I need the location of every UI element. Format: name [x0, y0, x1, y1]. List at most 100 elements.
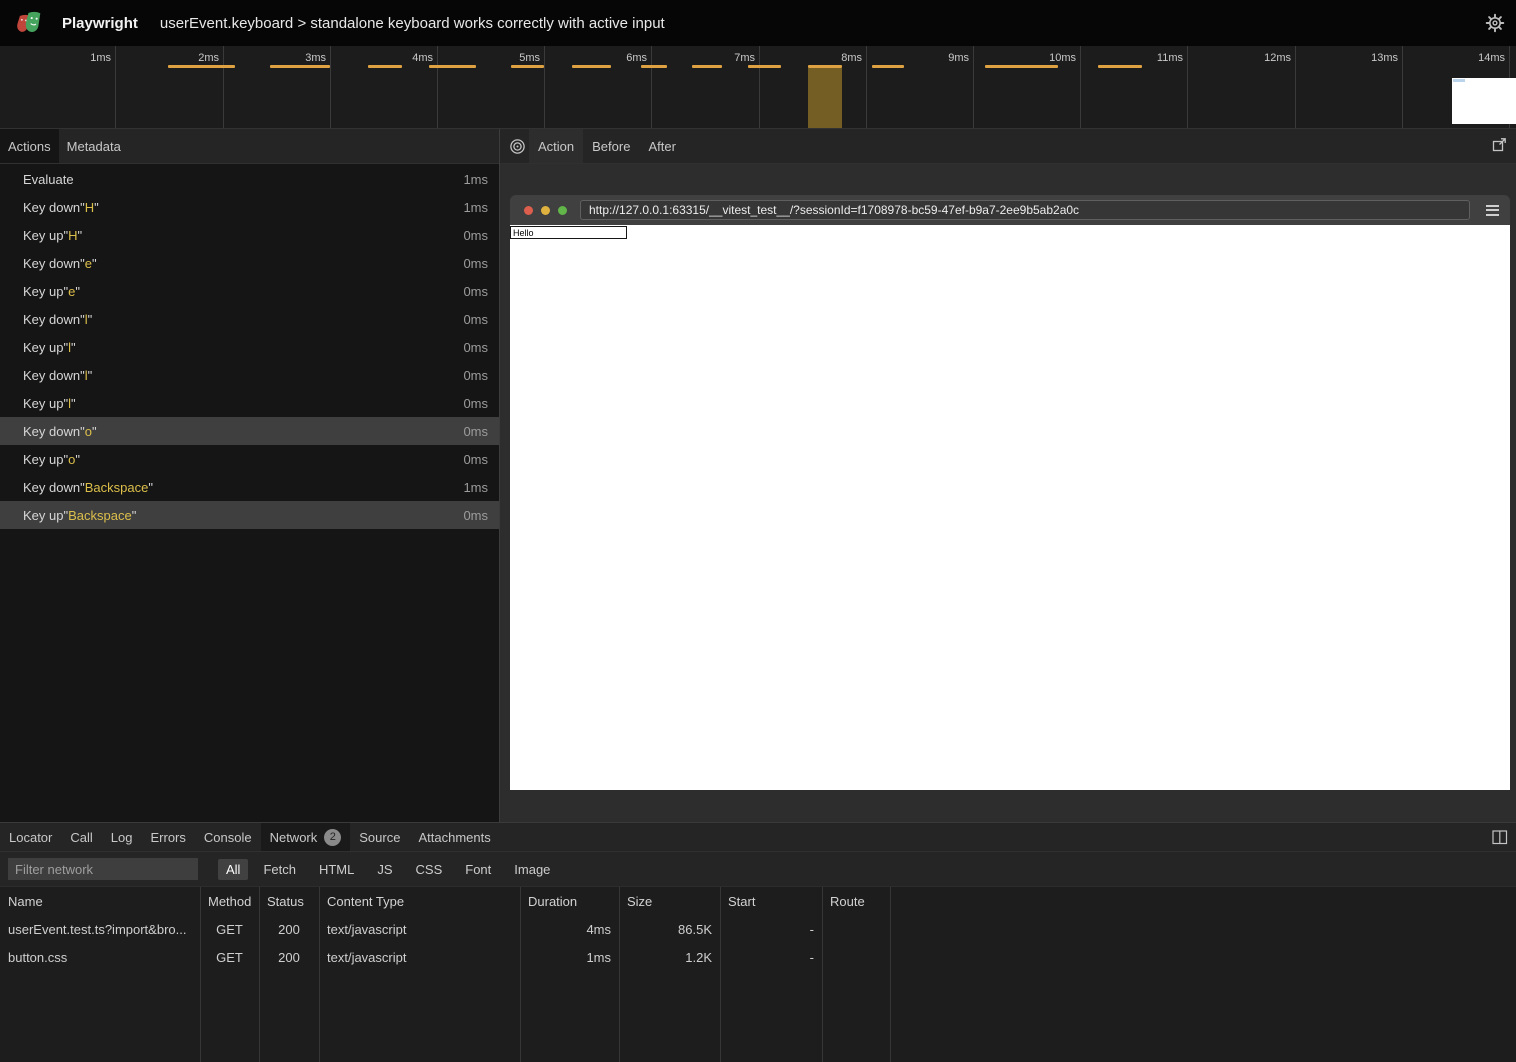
timeline-action-marker	[429, 65, 476, 68]
tab-attachments[interactable]: Attachments	[409, 823, 499, 851]
tab-label: After	[648, 139, 675, 154]
timeline-action-marker	[641, 65, 667, 68]
trace-viewer-window: Playwright userEvent.keyboard > standalo…	[0, 0, 1516, 1062]
action-label: Key up	[23, 508, 63, 523]
quote: "	[71, 396, 76, 411]
action-label: Key down	[23, 200, 80, 215]
quote: "	[94, 200, 99, 215]
actions-panel: ActionsMetadata Evaluate1msKey down "H"1…	[0, 129, 499, 822]
table-row[interactable]: button.cssGET200text/javascript1ms1.2K-	[0, 943, 1516, 971]
filter-network-input[interactable]	[8, 858, 198, 880]
actions-tabbar: ActionsMetadata	[0, 129, 499, 164]
action-duration: 0ms	[463, 396, 488, 411]
action-list-item[interactable]: Key down "Backspace"1ms	[0, 473, 499, 501]
filter-chip-html[interactable]: HTML	[311, 859, 362, 880]
tab-label: Console	[204, 830, 252, 845]
timeline-tick-label: 10ms	[1016, 52, 1076, 64]
timeline-action-marker	[511, 65, 544, 68]
timeline-action-marker	[748, 65, 781, 68]
action-list-item[interactable]: Key up "l"0ms	[0, 333, 499, 361]
tab-locator[interactable]: Locator	[0, 823, 61, 851]
filter-chip-all[interactable]: All	[218, 859, 248, 880]
traffic-light-green-icon	[558, 206, 567, 215]
quote: "	[148, 480, 153, 495]
tab-log[interactable]: Log	[102, 823, 142, 851]
action-list-item[interactable]: Key down "H"1ms	[0, 193, 499, 221]
tab-label: Before	[592, 139, 630, 154]
tab-before[interactable]: Before	[583, 129, 639, 163]
filter-chip-css[interactable]: CSS	[408, 859, 451, 880]
action-list-item[interactable]: Key up "l"0ms	[0, 389, 499, 417]
quote: "	[78, 228, 83, 243]
action-key-value: Backspace	[68, 508, 132, 523]
timeline-gridline	[544, 46, 545, 128]
tab-action[interactable]: Action	[529, 129, 583, 163]
tab-after[interactable]: After	[639, 129, 684, 163]
action-duration: 1ms	[463, 480, 488, 495]
column-header-size: Size	[619, 887, 720, 915]
browser-chrome: http://127.0.0.1:63315/__vitest_test__/?…	[510, 195, 1510, 225]
tab-console[interactable]: Console	[195, 823, 261, 851]
timeline-tick-label: 12ms	[1231, 52, 1291, 64]
pick-locator-icon[interactable]	[509, 129, 526, 163]
action-list-item[interactable]: Key up "H"0ms	[0, 221, 499, 249]
snapshot-panel: Action Before After http://127.0.0.1:63315…	[500, 129, 1516, 822]
action-list-item[interactable]: Key down "l"0ms	[0, 361, 499, 389]
thumbnail-input-mark	[1453, 79, 1465, 82]
timeline-action-marker	[872, 65, 904, 68]
table-cell	[822, 943, 890, 971]
action-list-item[interactable]: Evaluate1ms	[0, 165, 499, 193]
tab-call[interactable]: Call	[61, 823, 101, 851]
tab-metadata[interactable]: Metadata	[59, 129, 129, 163]
action-list-item[interactable]: Key up "o"0ms	[0, 445, 499, 473]
tab-errors[interactable]: Errors	[141, 823, 194, 851]
table-cell: GET	[200, 943, 259, 971]
timeline[interactable]: 1ms2ms3ms4ms5ms6ms7ms8ms9ms10ms11ms12ms1…	[0, 46, 1516, 129]
tab-network[interactable]: Network2	[261, 823, 351, 851]
filter-chip-fetch[interactable]: Fetch	[255, 859, 304, 880]
column-header-route: Route	[822, 887, 890, 915]
column-header-content-type: Content Type	[319, 887, 520, 915]
timeline-tick-label: 6ms	[587, 52, 647, 64]
timeline-action-marker	[692, 65, 722, 68]
table-cell: 86.5K	[619, 915, 720, 943]
action-label: Key up	[23, 340, 63, 355]
filter-chip-image[interactable]: Image	[506, 859, 558, 880]
tab-source[interactable]: Source	[350, 823, 409, 851]
timeline-tick-label: 3ms	[266, 52, 326, 64]
timeline-gridline	[223, 46, 224, 128]
action-duration: 0ms	[463, 256, 488, 271]
timeline-gridline	[115, 46, 116, 128]
table-cell: GET	[200, 915, 259, 943]
action-list-item[interactable]: Key down "e"0ms	[0, 249, 499, 277]
timeline-action-marker	[168, 65, 235, 68]
quote: "	[132, 508, 137, 523]
open-snapshot-external-icon[interactable]	[1492, 137, 1507, 155]
column-header-duration: Duration	[520, 887, 619, 915]
tab-actions[interactable]: Actions	[0, 129, 59, 163]
timeline-tick-label: 8ms	[802, 52, 862, 64]
action-key-value: H	[85, 200, 94, 215]
timeline-action-marker	[368, 65, 402, 68]
action-duration: 0ms	[463, 340, 488, 355]
action-label: Key down	[23, 368, 80, 383]
snapshot-tabbar: Action Before After	[500, 129, 1516, 164]
filter-chip-js[interactable]: JS	[369, 859, 400, 880]
traffic-light-yellow-icon	[541, 206, 550, 215]
action-list-item[interactable]: Key up "e"0ms	[0, 277, 499, 305]
timeline-gridline	[973, 46, 974, 128]
table-cell: text/javascript	[319, 915, 520, 943]
timeline-action-marker	[985, 65, 1058, 68]
action-duration: 1ms	[463, 200, 488, 215]
split-view-icon[interactable]	[1492, 830, 1508, 848]
filter-chip-font[interactable]: Font	[457, 859, 499, 880]
action-list-item[interactable]: Key up "Backspace"0ms	[0, 501, 499, 529]
settings-gear-icon[interactable]	[1485, 13, 1505, 33]
text-input[interactable]	[510, 226, 627, 239]
quote: "	[88, 368, 93, 383]
table-row[interactable]: userEvent.test.ts?import&bro...GET200tex…	[0, 915, 1516, 943]
timeline-tick-label: 1ms	[51, 52, 111, 64]
action-duration: 1ms	[463, 172, 488, 187]
action-list-item[interactable]: Key down "l"0ms	[0, 305, 499, 333]
action-list-item[interactable]: Key down "o"0ms	[0, 417, 499, 445]
